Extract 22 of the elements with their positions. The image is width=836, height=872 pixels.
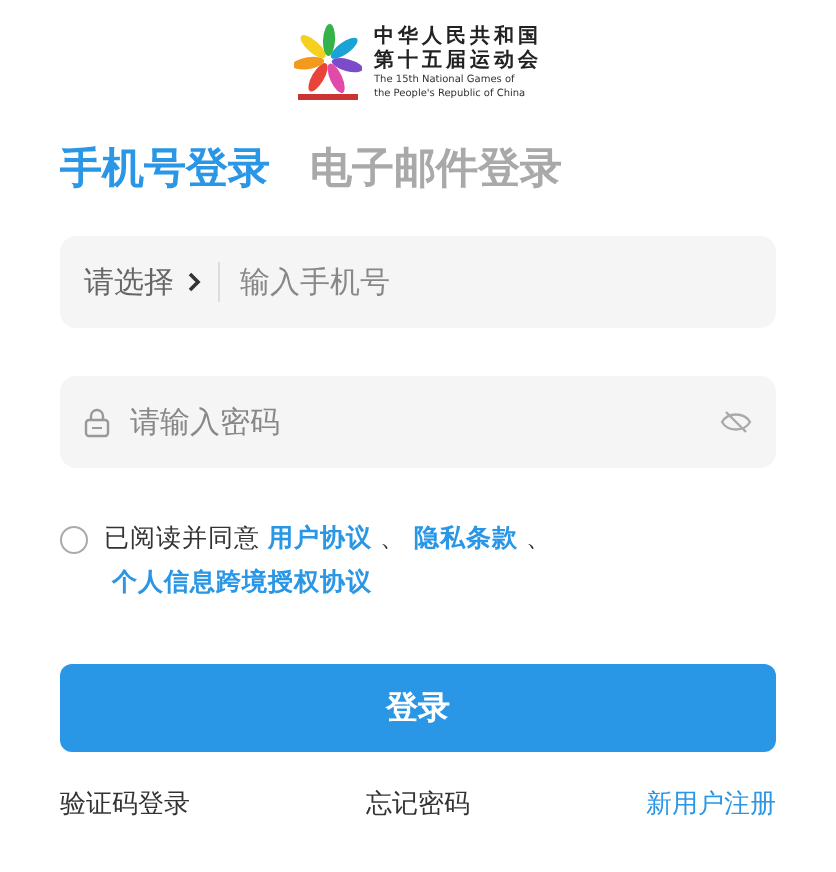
agreement-link[interactable]: 用户协议	[268, 522, 372, 552]
login-tab[interactable]: 手机号登录	[60, 140, 270, 196]
region-select[interactable]: 请选择	[84, 263, 202, 301]
login-tab[interactable]: 电子邮件登录	[310, 140, 562, 196]
logo-title: 中华人民共和国	[374, 26, 542, 49]
lock-icon	[84, 407, 110, 437]
phone-input[interactable]: 输入手机号	[236, 262, 752, 302]
bottom-link[interactable]: 验证码登录	[60, 786, 190, 822]
agree-radio[interactable]	[60, 526, 88, 554]
logo-title: 第十五届运动会	[374, 50, 542, 74]
emblem-drawing	[294, 24, 362, 104]
bottom-link[interactable]: 忘记密码	[366, 786, 470, 822]
chevron-icon	[186, 270, 202, 294]
login-button[interactable]: 登录	[60, 664, 776, 752]
agreement-link[interactable]: 个人信息跨境授权协议	[112, 566, 372, 596]
bottom-link[interactable]: 新用户注册	[646, 786, 776, 822]
password-field[interactable]: 请输入密码	[60, 376, 776, 468]
agreement-link[interactable]: 隐私条款	[414, 522, 518, 552]
agreement-text: 已阅读并同意 用户协议 、 隐私条款 、 个人信息跨境授权协议	[104, 520, 554, 600]
eye-slash-icon[interactable]	[720, 408, 752, 436]
phone-field[interactable]: 请选择 输入手机号	[60, 236, 776, 328]
password-input[interactable]: 请输入密码	[126, 402, 704, 442]
